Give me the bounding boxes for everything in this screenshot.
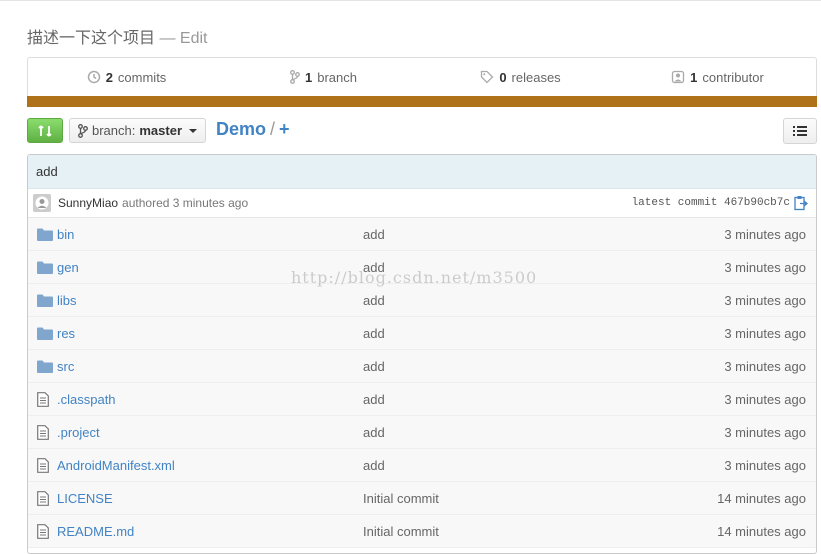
file-age: 3 minutes ago — [724, 226, 806, 242]
file-table: add SunnyMiao authored 3 minutes ago lat… — [27, 154, 817, 554]
folder-icon — [37, 294, 53, 307]
branch-label: branch: — [92, 123, 136, 138]
file-commit-message[interactable]: Initial commit — [363, 524, 439, 539]
edit-description-link[interactable]: Edit — [180, 30, 208, 47]
file-commit-message[interactable]: add — [363, 293, 385, 308]
file-commit-message[interactable]: Initial commit — [363, 491, 439, 506]
commit-message-text: add — [36, 164, 58, 179]
commit-message[interactable]: add — [28, 155, 816, 189]
clipboard-icon[interactable] — [794, 195, 808, 211]
avatar-icon — [35, 196, 49, 210]
file-name-link[interactable]: .project — [57, 425, 100, 440]
table-row[interactable]: .project add 3 minutes ago — [28, 416, 816, 449]
file-name-link[interactable]: gen — [57, 260, 79, 275]
file-commit-message[interactable]: add — [363, 458, 385, 473]
commits-label: commits — [117, 69, 167, 85]
tag-icon — [481, 70, 494, 84]
file-name-link[interactable]: AndroidManifest.xml — [57, 458, 175, 473]
table-row[interactable]: src add 3 minutes ago — [28, 350, 816, 383]
breadcrumb: Demo / + — [216, 119, 290, 140]
file-age: 3 minutes ago — [724, 292, 806, 308]
list-view-button[interactable] — [783, 118, 817, 144]
summary-commits[interactable]: 2 commits — [28, 58, 225, 96]
file-age: 3 minutes ago — [724, 457, 806, 473]
commit-sha[interactable]: latest commit 467b90cb7c — [632, 197, 790, 209]
file-name-link[interactable]: bin — [57, 227, 74, 242]
file-commit-message[interactable]: add — [363, 260, 385, 275]
table-row[interactable]: README.md Initial commit 14 minutes ago — [28, 515, 816, 548]
compare-button[interactable] — [27, 118, 63, 143]
table-row[interactable]: libs add 3 minutes ago — [28, 284, 816, 317]
branch-name: master — [139, 123, 183, 138]
language-bar[interactable] — [27, 96, 817, 107]
file-name-link[interactable]: README.md — [57, 524, 134, 539]
branches-count: 1 — [305, 69, 313, 85]
table-row[interactable]: res add 3 minutes ago — [28, 317, 816, 350]
contributors-count: 1 — [690, 69, 698, 85]
releases-label: releases — [511, 69, 561, 85]
branch-select[interactable]: branch: master — [69, 118, 207, 143]
commit-meta: SunnyMiao authored 3 minutes ago latest … — [28, 189, 816, 218]
contributors-icon — [672, 70, 685, 84]
file-age: 3 minutes ago — [724, 391, 806, 407]
file-age: 3 minutes ago — [724, 424, 806, 440]
breadcrumb-repo-link[interactable]: Demo — [216, 119, 266, 139]
file-age: 3 minutes ago — [724, 325, 806, 341]
history-icon — [87, 70, 100, 84]
file-commit-message[interactable]: add — [363, 425, 385, 440]
table-row[interactable]: .classpath add 3 minutes ago — [28, 383, 816, 416]
folder-icon — [37, 261, 53, 274]
list-icon — [793, 126, 807, 136]
folder-icon — [37, 360, 53, 373]
file-name-link[interactable]: res — [57, 326, 75, 341]
releases-count: 0 — [499, 69, 507, 85]
file-name-link[interactable]: libs — [57, 293, 77, 308]
file-age: 14 minutes ago — [717, 523, 806, 539]
folder-icon — [37, 228, 53, 241]
contributors-label: contributor — [702, 69, 764, 85]
repo-description: 描述一下这个项目 — Edit — [27, 30, 208, 47]
table-row[interactable]: AndroidManifest.xml add 3 minutes ago — [28, 449, 816, 482]
file-text-icon — [37, 424, 53, 440]
top-divider — [0, 0, 821, 1]
commit-time: authored 3 minutes ago — [122, 196, 249, 210]
file-commit-message[interactable]: add — [363, 326, 385, 341]
file-commit-message[interactable]: add — [363, 227, 385, 242]
file-commit-message[interactable]: add — [363, 359, 385, 374]
breadcrumb-separator: / — [270, 119, 276, 139]
compare-icon — [38, 124, 52, 137]
repo-summary: 2 commits 1 branch 0 releases 1 contribu… — [27, 57, 817, 96]
file-text-icon — [37, 490, 53, 506]
chevron-down-icon — [189, 128, 198, 133]
table-row[interactable]: gen add 3 minutes ago — [28, 251, 816, 284]
summary-releases[interactable]: 0 releases — [422, 58, 619, 96]
file-age: 3 minutes ago — [724, 358, 806, 374]
commit-author[interactable]: SunnyMiao — [58, 196, 118, 210]
file-age: 14 minutes ago — [717, 490, 806, 506]
file-text-icon — [37, 391, 53, 407]
file-text-icon — [37, 457, 53, 473]
file-name-link[interactable]: LICENSE — [57, 491, 113, 506]
file-commit-message[interactable]: add — [363, 392, 385, 407]
add-file-button[interactable]: + — [279, 119, 290, 139]
file-name-link[interactable]: .classpath — [57, 392, 116, 407]
commits-count: 2 — [105, 69, 113, 85]
table-row[interactable]: LICENSE Initial commit 14 minutes ago — [28, 482, 816, 515]
file-name-link[interactable]: src — [57, 359, 74, 374]
file-navigation: branch: master Demo / + — [27, 118, 817, 144]
summary-branches[interactable]: 1 branch — [225, 58, 422, 96]
avatar[interactable] — [33, 194, 51, 212]
branch-icon — [290, 70, 300, 84]
branch-icon — [78, 123, 88, 138]
branches-label: branch — [317, 69, 357, 85]
file-text-icon — [37, 523, 53, 539]
summary-contributors[interactable]: 1 contributor — [619, 58, 816, 96]
file-age: 3 minutes ago — [724, 259, 806, 275]
file-rows: bin add 3 minutes ago gen add 3 minutes ago li… — [28, 218, 816, 548]
folder-icon — [37, 327, 53, 340]
table-row[interactable]: bin add 3 minutes ago — [28, 218, 816, 251]
repo-description-text: 描述一下这个项目 — [27, 30, 156, 47]
